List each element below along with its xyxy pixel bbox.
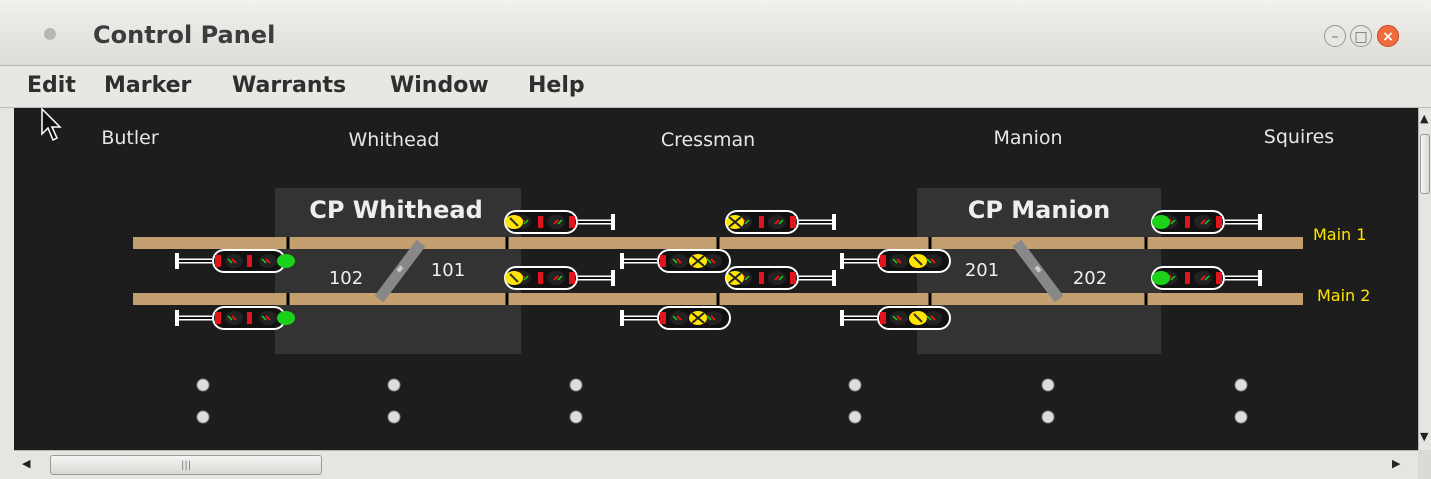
main-2-label: Main 2 [1317, 286, 1370, 305]
indicator-dot [569, 410, 583, 424]
menu-edit[interactable]: Edit [27, 73, 76, 98]
mouse-cursor-icon [41, 108, 62, 142]
indicator-dot [848, 378, 862, 392]
signal-cressman-east-main2[interactable] [725, 266, 836, 290]
close-icon[interactable]: × [1377, 25, 1399, 47]
location-cressman: Cressman [661, 129, 755, 151]
horizontal-scrollbar[interactable]: ◀ ||| ▶ [14, 450, 1418, 479]
switch-202-label: 202 [1073, 268, 1107, 289]
location-manion: Manion [993, 127, 1062, 149]
horizontal-scroll-thumb[interactable]: ||| [50, 455, 322, 475]
indicator-dot [1041, 378, 1055, 392]
indicator-dot [387, 410, 401, 424]
location-butler: Butler [101, 127, 158, 149]
signal-manion-main1[interactable] [840, 249, 951, 273]
indicator-dot [1234, 378, 1248, 392]
indicator-dot [1234, 410, 1248, 424]
main-1-label: Main 1 [1313, 225, 1366, 244]
menu-help[interactable]: Help [528, 73, 585, 98]
signal-cressman-west-main1[interactable] [620, 249, 731, 273]
track-panel[interactable]: Butler Whithead Cressman Manion Squires … [14, 108, 1418, 450]
indicator-dot [569, 378, 583, 392]
cp-manion-label: CP Manion [968, 196, 1111, 224]
menu-bar: Edit Marker Warrants Window Help [0, 66, 1431, 108]
vertical-scroll-thumb[interactable] [1420, 134, 1430, 194]
maximize-icon[interactable]: □ [1350, 25, 1372, 47]
minimize-icon[interactable]: – [1324, 25, 1346, 47]
indicator-dot [1041, 410, 1055, 424]
signal-whithead-main1[interactable] [504, 210, 615, 234]
vertical-scrollbar[interactable]: ▲ ▼ [1418, 108, 1431, 450]
signal-cressman-west-main2[interactable] [620, 306, 731, 330]
location-whithead: Whithead [349, 129, 440, 151]
menu-window[interactable]: Window [390, 73, 489, 98]
switch-101-label: 101 [431, 260, 465, 281]
signal-butler-main2[interactable] [175, 306, 295, 330]
menu-warrants[interactable]: Warrants [232, 73, 346, 98]
indicator-dot [196, 410, 210, 424]
scroll-left-icon[interactable]: ◀ [22, 457, 30, 470]
indicator-dot [848, 410, 862, 424]
switch-201-label: 201 [965, 260, 999, 281]
indicator-dot [196, 378, 210, 392]
title-bar: Control Panel – □ × [0, 0, 1431, 66]
cp-whithead-label: CP Whithead [309, 196, 483, 224]
scroll-up-icon[interactable]: ▲ [1420, 112, 1428, 125]
grip-icon: ||| [181, 460, 192, 471]
location-squires: Squires [1264, 126, 1334, 148]
signal-squires-main2[interactable] [1151, 266, 1262, 290]
scroll-right-icon[interactable]: ▶ [1392, 457, 1400, 470]
switch-102-label: 102 [329, 268, 363, 289]
signal-squires-main1[interactable] [1151, 210, 1262, 234]
window-menu-icon[interactable] [44, 28, 56, 40]
signal-cressman-east-main1[interactable] [725, 210, 836, 234]
signal-manion-main2[interactable] [840, 306, 951, 330]
signal-whithead-main2[interactable] [504, 266, 615, 290]
window-title: Control Panel [93, 21, 276, 49]
scroll-down-icon[interactable]: ▼ [1420, 430, 1428, 443]
signal-butler-main1[interactable] [175, 249, 295, 273]
indicator-dot [387, 378, 401, 392]
window-border [0, 108, 14, 479]
menu-marker[interactable]: Marker [104, 73, 191, 98]
